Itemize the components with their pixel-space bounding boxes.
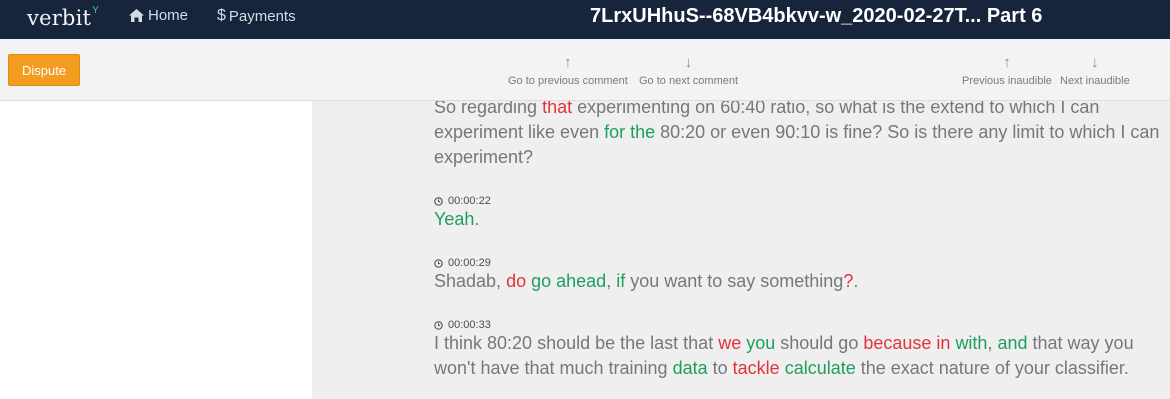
clock-icon — [434, 196, 443, 206]
transcript-word: experiment like even — [434, 122, 605, 142]
next-comment-label: Go to next comment — [639, 75, 739, 87]
corrected-word: go ahead — [531, 271, 607, 291]
segment-text[interactable]: I think 80:20 should be the last that we… — [434, 331, 1134, 381]
transcript-word: . — [474, 209, 480, 229]
prev-inaudible-label: Previous inaudible — [962, 75, 1052, 87]
transcript-line: experiment? — [434, 145, 1159, 170]
next-comment-button[interactable]: ↓ Go to next comment — [639, 54, 739, 88]
corrected-word: calculate — [784, 358, 856, 378]
nav-payments-link[interactable]: $ Payments — [217, 7, 296, 25]
next-inaudible-button[interactable]: ↓ Next inaudible — [1060, 54, 1130, 88]
flagged-word: we — [718, 333, 742, 353]
arrow-down-icon: ↓ — [1091, 54, 1099, 71]
nav-home-label: Home — [148, 7, 189, 24]
dispute-button[interactable]: Dispute — [8, 54, 80, 86]
clock-icon — [434, 258, 443, 268]
nav-payments-label: Payments — [228, 7, 296, 25]
flagged-word: do — [506, 271, 527, 291]
transcript-word: I think 80:20 should be the last that — [434, 333, 719, 353]
transcript-word: , — [606, 271, 617, 291]
flagged-word: tackle — [732, 358, 780, 378]
transcript-line: Shadab, do go ahead, if you want to say … — [434, 269, 858, 294]
segment-timestamp: 00:00:22 — [434, 195, 491, 207]
side-panel — [0, 101, 312, 399]
transcript-line: won't have that much training data to ta… — [434, 356, 1134, 381]
logo-text: verbit — [27, 6, 92, 30]
corrected-word: with — [955, 333, 988, 353]
flagged-word: that — [542, 101, 573, 117]
logo-mark: Y — [92, 5, 100, 16]
segment-timestamp: 00:00:33 — [434, 319, 491, 331]
document-title: 7LrxUHhuS--68VB4bkvv-w_2020-02-27T... Pa… — [590, 5, 1043, 27]
toolbar: Dispute ↑ Go to previous comment ↓ Go to… — [0, 39, 1170, 101]
transcript-line: I think 80:20 should be the last that we… — [434, 331, 1134, 356]
transcript-line: So regarding that experimenting on 60:40… — [434, 101, 1159, 120]
transcript-word: 80:20 or even 90:10 is fine? So is there… — [655, 122, 1160, 142]
segment-text[interactable]: Shadab, do go ahead, if you want to say … — [434, 269, 858, 294]
transcript-word: that way you — [1027, 333, 1134, 353]
corrected-word: data — [672, 358, 708, 378]
verbit-logo[interactable]: verbitY — [27, 5, 100, 30]
arrow-up-icon: ↑ — [564, 54, 572, 71]
segment-text[interactable]: Yeah. — [434, 207, 479, 232]
flagged-word: because in — [863, 333, 951, 353]
corrected-word: Yeah — [434, 209, 475, 229]
transcript-word: experiment? — [434, 147, 534, 167]
prev-comment-label: Go to previous comment — [508, 75, 628, 87]
corrected-word: for the — [604, 122, 656, 142]
transcript-word: So regarding — [434, 101, 543, 117]
transcript-line: experiment like even for the 80:20 or ev… — [434, 120, 1159, 145]
nav-home-link[interactable]: Home — [128, 7, 188, 24]
segment-timestamp: 00:00:29 — [434, 257, 491, 269]
transcript-word: , — [987, 333, 998, 353]
clock-icon — [434, 320, 443, 330]
flagged-word: ? — [843, 271, 854, 291]
transcript-line: Yeah. — [434, 207, 479, 232]
prev-comment-button[interactable]: ↑ Go to previous comment — [508, 54, 628, 88]
transcript-word: should go — [775, 333, 864, 353]
transcript-word: you want to say something — [625, 271, 844, 291]
corrected-word: and — [997, 333, 1028, 353]
transcript-word: the exact nature of your classifier. — [855, 358, 1129, 378]
transcript-word: to — [707, 358, 733, 378]
prev-inaudible-button[interactable]: ↑ Previous inaudible — [962, 54, 1052, 88]
transcript-word: Shadab, — [434, 271, 507, 291]
transcript-editor[interactable]: So regarding that experimenting on 60:40… — [312, 101, 1170, 399]
segment-text[interactable]: So regarding that experimenting on 60:40… — [434, 101, 1159, 170]
dollar-icon: $ — [217, 7, 226, 24]
transcript-word: won't have that much training — [434, 358, 673, 378]
corrected-word: you — [746, 333, 776, 353]
transcript-word: . — [853, 271, 859, 291]
next-inaudible-label: Next inaudible — [1060, 75, 1130, 87]
transcript-word: experimenting on 60:40 ratio, so what is… — [572, 101, 1100, 117]
corrected-word: if — [616, 271, 626, 291]
arrow-down-icon: ↓ — [684, 54, 693, 71]
top-nav-bar: verbitY Home $ Payments 7LrxUHhuS--68VB4… — [0, 0, 1170, 39]
arrow-up-icon: ↑ — [1003, 54, 1011, 71]
home-icon — [128, 8, 145, 23]
